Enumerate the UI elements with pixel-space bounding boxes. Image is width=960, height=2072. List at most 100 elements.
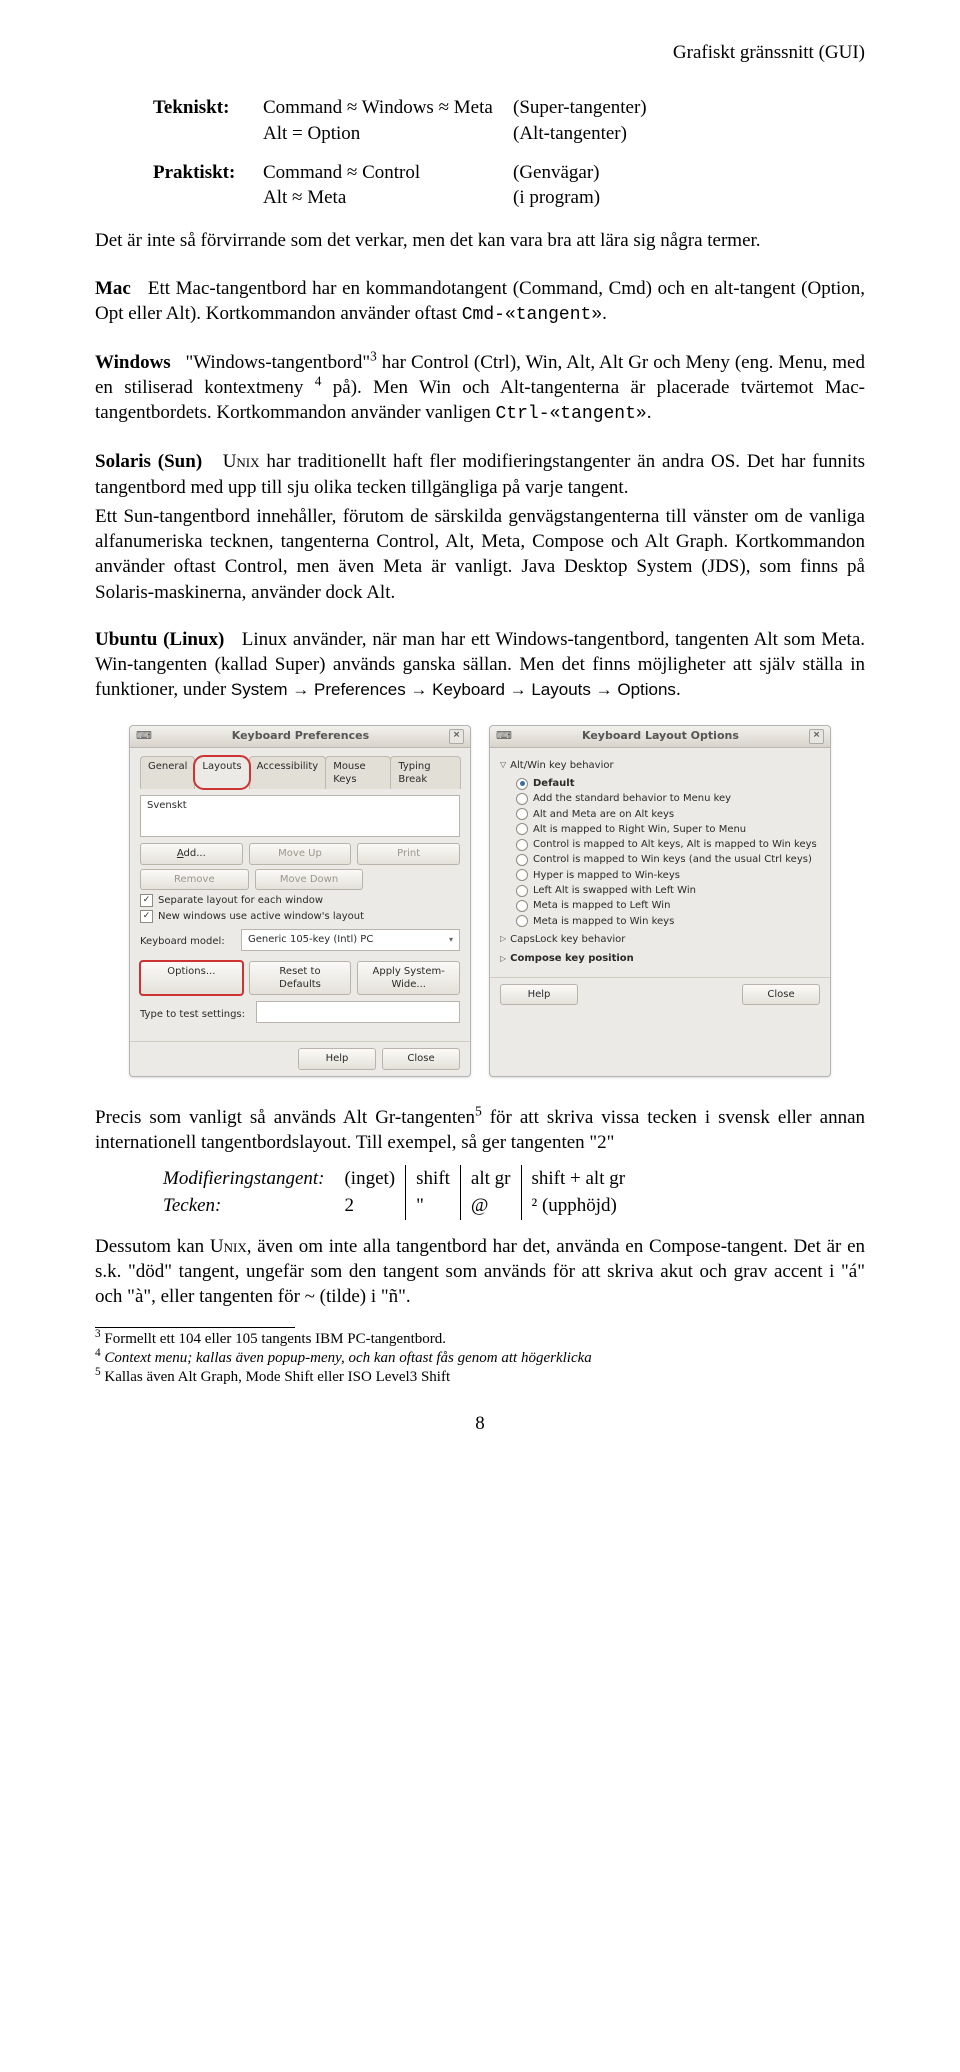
- tabs: General Layouts Accessibility Mouse Keys…: [140, 756, 460, 790]
- table-row: Modifieringstangent: (inget) shift alt g…: [153, 1165, 635, 1192]
- remove-button[interactable]: Remove: [140, 869, 249, 890]
- radio-opt[interactable]: Control is mapped to Alt keys, Alt is ma…: [516, 838, 820, 851]
- dialog-title: Keyboard Layout Options: [518, 729, 803, 744]
- kv-col: (Genvägar) (i program): [513, 160, 865, 211]
- close-icon[interactable]: ×: [809, 729, 824, 744]
- radio-default[interactable]: Default: [516, 777, 820, 790]
- type-test-label: Type to test settings:: [140, 1008, 250, 1021]
- keyboard-model-select[interactable]: Generic 105-key (Intl) PC ▾: [241, 929, 460, 950]
- type-test-row: Type to test settings:: [140, 999, 460, 1029]
- button-row-2: Remove Move Down: [140, 869, 460, 890]
- radio-opt[interactable]: Hyper is mapped to Win-keys: [516, 869, 820, 882]
- radio-opt[interactable]: Meta is mapped to Left Win: [516, 899, 820, 912]
- close-icon[interactable]: ×: [449, 729, 464, 744]
- windows-head: Windows: [95, 352, 186, 373]
- dialog-body: ▽Alt/Win key behavior Default Add the st…: [490, 748, 830, 977]
- app-icon: ⌨: [136, 729, 152, 744]
- solaris-p1: Solaris (Sun)Unix har traditionellt haft…: [95, 449, 865, 500]
- dialog-footer: Help Close: [130, 1041, 470, 1075]
- options-button[interactable]: Options...: [140, 961, 243, 996]
- close-button[interactable]: Close: [742, 984, 820, 1005]
- tab-mouse-keys[interactable]: Mouse Keys: [325, 756, 391, 790]
- triangle-down-icon: ▽: [500, 760, 506, 771]
- running-head: Grafiskt gränssnitt (GUI): [95, 40, 865, 65]
- mac-head: Mac: [95, 278, 148, 299]
- keyboard-preferences-dialog: ⌨ Keyboard Preferences × General Layouts…: [129, 725, 471, 1077]
- radio-opt[interactable]: Alt is mapped to Right Win, Super to Men…: [516, 823, 820, 836]
- tab-accessibility[interactable]: Accessibility: [249, 756, 327, 790]
- figure-row: ⌨ Keyboard Preferences × General Layouts…: [95, 725, 865, 1077]
- add-button[interactable]: AAdd...dd...: [140, 843, 243, 864]
- text: "Windows-tangentbord"3 har Control (Ctrl…: [95, 352, 865, 424]
- kv-cell: Alt = Option: [263, 121, 513, 146]
- radio-opt[interactable]: Add the standard behavior to Menu key: [516, 792, 820, 805]
- cell: 2: [334, 1192, 405, 1219]
- solaris-p2: Ett Sun-tangentbord innehåller, förutom …: [95, 504, 865, 605]
- altgr-paragraph: Precis som vanligt så används Alt Gr-tan…: [95, 1105, 865, 1156]
- kv-cell: Alt ≈ Meta: [263, 185, 513, 210]
- cell: alt gr: [460, 1165, 521, 1192]
- apply-system-wide-button[interactable]: Apply System-Wide...: [357, 961, 460, 996]
- kv-label: Tekniskt:: [153, 95, 263, 120]
- solaris-block: Solaris (Sun)Unix har traditionellt haft…: [95, 449, 865, 605]
- intro-paragraph: Det är inte så förvirrande som det verka…: [95, 228, 865, 253]
- dialog-footer: Help Close: [490, 977, 830, 1011]
- dialog-body: General Layouts Accessibility Mouse Keys…: [130, 748, 470, 1042]
- solaris-head: Solaris (Sun): [95, 451, 223, 472]
- layout-list[interactable]: Svenskt: [140, 795, 460, 837]
- cell: (inget): [334, 1165, 405, 1192]
- mac-paragraph: MacEtt Mac-tangentbord har en kommandota…: [95, 276, 865, 328]
- app-icon: ⌨: [496, 729, 512, 744]
- chevron-down-icon: ▾: [449, 935, 453, 946]
- help-button[interactable]: Help: [500, 984, 578, 1005]
- tab-layouts[interactable]: Layouts: [194, 756, 249, 790]
- kv-cell: (Genvägar): [513, 160, 865, 185]
- key-table: Tekniskt: Command ≈ Windows ≈ Meta Alt =…: [95, 95, 865, 210]
- help-button[interactable]: Help: [298, 1048, 376, 1069]
- kv-col: Command ≈ Windows ≈ Meta Alt = Option: [263, 95, 513, 146]
- radio-opt[interactable]: Left Alt is swapped with Left Win: [516, 884, 820, 897]
- button-row-3: Options... Reset to Defaults Apply Syste…: [140, 961, 460, 996]
- page-number: 8: [95, 1411, 865, 1436]
- tab-typing-break[interactable]: Typing Break: [390, 756, 461, 790]
- kv-label: Praktiskt:: [153, 160, 263, 185]
- dialog-titlebar: ⌨ Keyboard Preferences ×: [130, 726, 470, 748]
- kv-row-tekniskt: Tekniskt: Command ≈ Windows ≈ Meta Alt =…: [153, 95, 865, 146]
- cell: ² (upphöjd): [521, 1192, 635, 1219]
- windows-paragraph: Windows"Windows-tangentbord"3 har Contro…: [95, 350, 865, 427]
- group-alt-win[interactable]: ▽Alt/Win key behavior: [500, 756, 820, 775]
- kv-cell: Command ≈ Windows ≈ Meta: [263, 95, 513, 120]
- footnote-5: 5 Kallas även Alt Graph, Mode Shift elle…: [95, 1368, 865, 1387]
- checkbox-separate-layout[interactable]: ✓Separate layout for each window: [140, 894, 460, 907]
- cell: Modifieringstangent:: [153, 1165, 334, 1192]
- move-up-button[interactable]: Move Up: [249, 843, 352, 864]
- cell: @: [460, 1192, 521, 1219]
- compose-paragraph: Dessutom kan Unix, även om inte alla tan…: [95, 1234, 865, 1310]
- dialog-title: Keyboard Preferences: [158, 729, 443, 744]
- tab-general[interactable]: General: [140, 756, 195, 790]
- checkbox-new-windows[interactable]: ✓New windows use active window's layout: [140, 910, 460, 923]
- kv-col: (Super-tangenter) (Alt-tangenter): [513, 95, 865, 146]
- type-test-input[interactable]: [256, 1001, 460, 1023]
- radio-opt[interactable]: Alt and Meta are on Alt keys: [516, 808, 820, 821]
- kv-cell: Command ≈ Control: [263, 160, 513, 185]
- table-row: Tecken: 2 " @ ² (upphöjd): [153, 1192, 635, 1219]
- close-button[interactable]: Close: [382, 1048, 460, 1069]
- keyboard-model-row: Keyboard model: Generic 105-key (Intl) P…: [140, 927, 460, 956]
- text: Ett Mac-tangentbord har en kommandotange…: [95, 278, 865, 324]
- triangle-right-icon: ▷: [500, 934, 506, 945]
- footnote-3: 3 Formellt ett 104 eller 105 tangents IB…: [95, 1330, 865, 1349]
- reset-defaults-button[interactable]: Reset to Defaults: [249, 961, 352, 996]
- group-capslock[interactable]: ▷CapsLock key behavior: [500, 930, 820, 949]
- radio-opt[interactable]: Control is mapped to Win keys (and the u…: [516, 853, 820, 866]
- print-button[interactable]: Print: [357, 843, 460, 864]
- kv-col: Command ≈ Control Alt ≈ Meta: [263, 160, 513, 211]
- triangle-right-icon: ▷: [500, 954, 506, 965]
- keyboard-model-value: Generic 105-key (Intl) PC: [248, 933, 373, 946]
- modifier-table: Modifieringstangent: (inget) shift alt g…: [153, 1165, 635, 1220]
- move-down-button[interactable]: Move Down: [255, 869, 364, 890]
- group-compose[interactable]: ▷Compose key position: [500, 949, 820, 968]
- radio-opt[interactable]: Meta is mapped to Win keys: [516, 915, 820, 928]
- footnote-4: 4 Context menu; kallas även popup-meny, …: [95, 1349, 865, 1368]
- button-row-1: AAdd...dd... Move Up Print: [140, 843, 460, 864]
